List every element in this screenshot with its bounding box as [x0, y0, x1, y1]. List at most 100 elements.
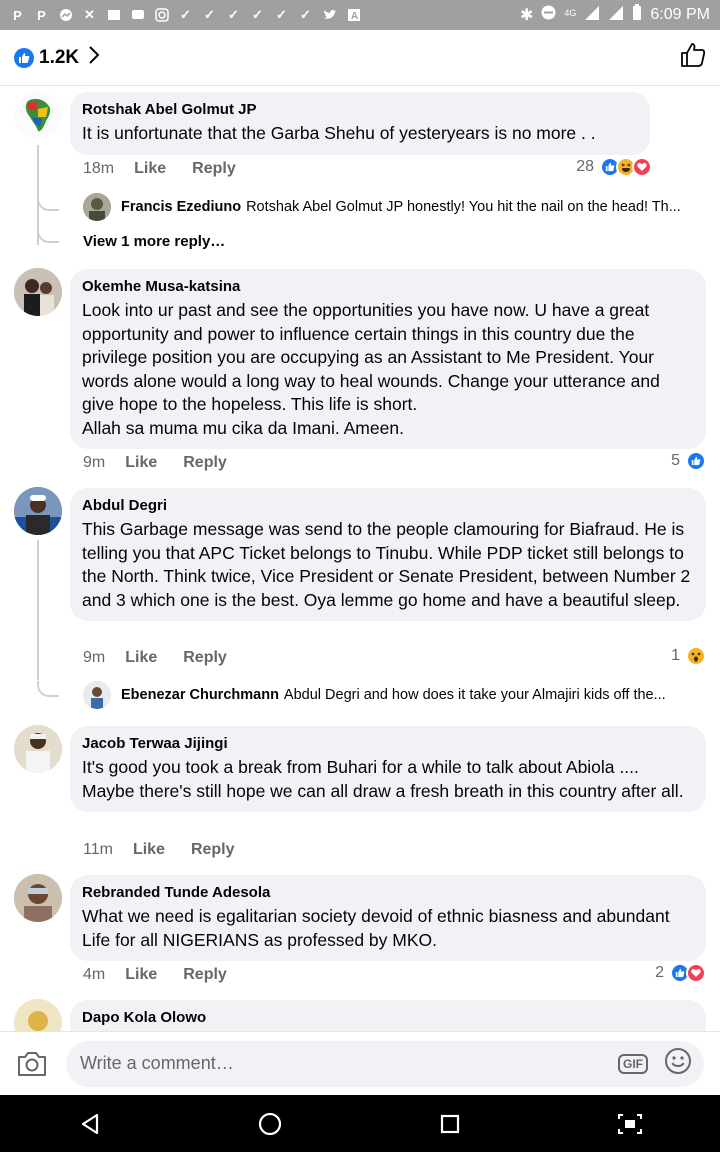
comment-actions: 9m Like Reply [83, 454, 253, 472]
back-icon[interactable] [70, 1104, 110, 1144]
like-button[interactable]: Like [134, 160, 166, 178]
commenter-name[interactable]: Rotshak Abel Golmut JP [82, 100, 638, 119]
instagram-icon [154, 8, 169, 23]
reply-preview[interactable]: Ebenezar Churchmann Abdul Degri and how … [83, 681, 705, 709]
comment-bubble[interactable]: Rebranded Tunde Adesola What we need is … [70, 875, 706, 961]
comment-time: 4m [83, 966, 106, 983]
comment-actions: 18m Like Reply [83, 160, 262, 178]
reply-text: Rotshak Abel Golmut JP honestly! You hit… [246, 199, 681, 215]
comment-text: This Garbage message was send to the peo… [82, 519, 691, 610]
comment-time: 11m [83, 841, 113, 858]
reply-button[interactable]: Reply [183, 966, 227, 984]
like-button[interactable]: Like [125, 649, 157, 667]
check-icon: ✓ [180, 7, 191, 22]
messenger-icon [58, 8, 73, 23]
thread-connector [37, 227, 59, 243]
comment-reactions[interactable]: 28 [576, 157, 652, 177]
reply-preview[interactable]: Francis Ezediuno Rotshak Abel Golmut JP … [83, 193, 705, 221]
reply-button[interactable]: Reply [192, 160, 236, 178]
thread-connector [37, 195, 59, 211]
comment-reactions[interactable]: 1 [671, 646, 706, 666]
reply-avatar[interactable] [83, 193, 111, 221]
recents-icon[interactable] [430, 1104, 470, 1144]
chevron-right-icon[interactable] [88, 45, 100, 71]
system-status: ✱ 4G 6:09 PM [520, 4, 710, 26]
gif-button[interactable]: GIF [618, 1053, 648, 1074]
system-nav-bar [0, 1095, 720, 1152]
comments-feed[interactable]: Rotshak Abel Golmut JP It is unfortunate… [0, 87, 720, 1031]
like-reaction-icon [14, 47, 34, 68]
smiley-icon[interactable] [664, 1047, 692, 1080]
reply-name[interactable]: Ebenezar Churchmann [121, 687, 279, 703]
commenter-name[interactable]: Jacob Terwaa Jijingi [82, 734, 694, 753]
like-button[interactable]: Like [133, 841, 165, 859]
comment-reactions[interactable]: 2 [655, 963, 706, 983]
love-reaction-icon [632, 157, 652, 177]
bluetooth-icon: ✱ [519, 7, 534, 24]
status-bar: P P ✕ ✓ ✓ ✓ ✓ ✓ ✓ A ✱ 4G 6:09 PM [0, 0, 720, 30]
like-button[interactable]: Like [125, 454, 157, 472]
reply-button[interactable]: Reply [183, 454, 227, 472]
comment-time: 18m [83, 160, 115, 177]
avatar[interactable] [14, 268, 62, 316]
comment-bubble[interactable]: Dapo Kola Olowo [70, 1000, 706, 1031]
like-reaction-icon [686, 451, 706, 471]
comment-text: What we need is egalitarian society devo… [82, 906, 670, 950]
comment-text: It's good you took a break from Buhari f… [82, 757, 684, 801]
comment-composer: Write a comment… GIF [0, 1031, 720, 1095]
notification-icons: P P ✕ ✓ ✓ ✓ ✓ ✓ ✓ A [10, 7, 361, 23]
commenter-name[interactable]: Dapo Kola Olowo [82, 1008, 694, 1027]
reply-avatar[interactable] [83, 681, 111, 709]
comment-text: It is unfortunate that the Garba Shehu o… [82, 123, 596, 143]
check-icon: ✓ [228, 7, 239, 22]
like-button[interactable]: Like [125, 966, 157, 984]
reaction-count: 28 [576, 158, 594, 175]
chat-icon [130, 8, 145, 23]
comment-actions: 9m Like Reply [83, 649, 253, 667]
signal-icon [584, 5, 600, 26]
reply-button[interactable]: Reply [191, 841, 235, 859]
reply-name[interactable]: Francis Ezediuno [121, 199, 241, 215]
svg-text:A: A [351, 11, 358, 22]
avatar[interactable] [14, 487, 62, 535]
check-icon: ✓ [300, 7, 311, 22]
battery-icon [632, 4, 642, 26]
check-icon: ✓ [276, 7, 287, 22]
check-icon: ✓ [204, 7, 215, 22]
network-label: 4G [564, 8, 577, 18]
comment-bubble[interactable]: Jacob Terwaa Jijingi It's good you took … [70, 726, 706, 812]
reply-button[interactable]: Reply [183, 649, 227, 667]
thumbs-up-icon[interactable] [680, 42, 706, 73]
comment-bubble[interactable]: Rotshak Abel Golmut JP It is unfortunate… [70, 92, 650, 155]
a-icon: A [346, 8, 361, 23]
p-icon: P [13, 7, 22, 23]
home-icon[interactable] [250, 1104, 290, 1144]
screenshot-icon[interactable] [610, 1104, 650, 1144]
commenter-name[interactable]: Rebranded Tunde Adesola [82, 883, 694, 902]
commenter-name[interactable]: Okemhe Musa-katsina [82, 277, 694, 296]
view-more-replies[interactable]: View 1 more reply… [83, 233, 225, 250]
comment-placeholder[interactable]: Write a comment… [80, 1053, 618, 1074]
reactions-header: 1.2K [0, 30, 720, 86]
image-icon [106, 8, 121, 23]
avatar[interactable] [14, 725, 62, 773]
avatar[interactable] [14, 91, 62, 139]
reply-text: Abdul Degri and how does it take your Al… [283, 687, 666, 703]
love-reaction-icon [686, 963, 706, 983]
camera-icon[interactable] [14, 1046, 50, 1082]
thread-connector [37, 681, 59, 697]
comment-bubble[interactable]: Abdul Degri This Garbage message was sen… [70, 488, 706, 621]
avatar[interactable] [14, 874, 62, 922]
wow-reaction-icon [686, 646, 706, 666]
reaction-count: 2 [655, 964, 664, 981]
reaction-count: 1 [671, 647, 680, 664]
comment-bubble[interactable]: Okemhe Musa-katsina Look into ur past an… [70, 269, 706, 449]
p-icon: P [37, 7, 46, 23]
reaction-count[interactable]: 1.2K [39, 47, 79, 69]
commenter-name[interactable]: Abdul Degri [82, 496, 694, 515]
comment-input[interactable]: Write a comment… GIF [66, 1040, 704, 1087]
avatar[interactable] [14, 999, 62, 1031]
twitter-icon [322, 8, 337, 23]
comment-reactions[interactable]: 5 [671, 451, 706, 471]
comment-text: Look into ur past and see the opportunit… [82, 300, 660, 438]
